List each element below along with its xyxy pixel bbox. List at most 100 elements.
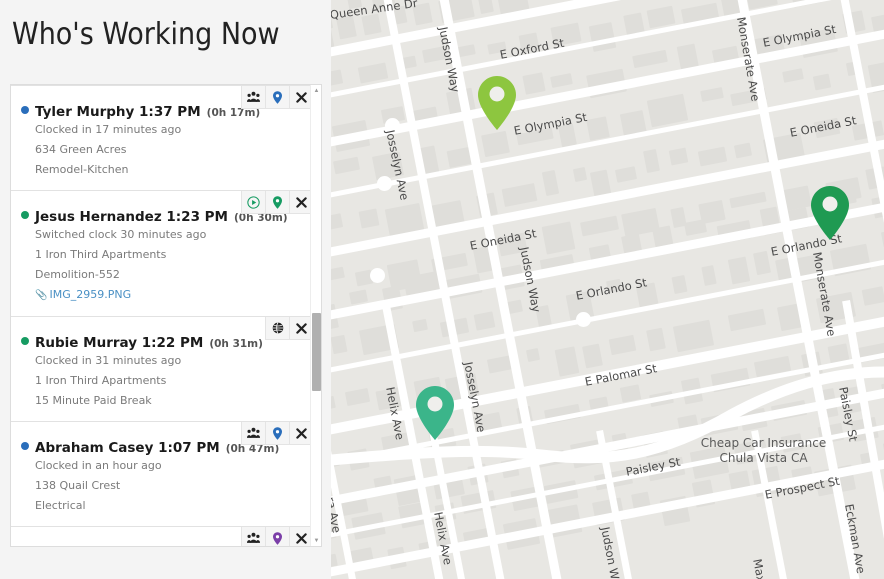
pin-green-dark[interactable]	[809, 184, 851, 247]
close-icon	[296, 427, 307, 439]
poi-line-1: Cheap Car Insurance	[700, 436, 827, 450]
list-item-name: Jesus Hernandez 1:23 PM	[35, 209, 228, 225]
map-building	[727, 256, 751, 285]
map-building	[332, 156, 361, 175]
map-building	[632, 49, 668, 69]
list-item-address: 1 Iron Third Apartments	[35, 374, 167, 387]
crew-button[interactable]	[241, 527, 265, 546]
map-building	[331, 395, 336, 415]
map-building	[586, 116, 610, 141]
play-circle-icon	[247, 195, 260, 209]
map-building	[349, 289, 368, 305]
list-item-header: Rubie Murray 1:22 PM (0h 31m)	[21, 325, 303, 351]
map-building	[672, 319, 715, 353]
app-root: Who's Working Now Remodel-KitchenTyler M…	[0, 0, 884, 579]
cul-de-sac	[576, 312, 591, 327]
map-building	[643, 148, 660, 174]
map-building	[522, 72, 546, 95]
scroll-down-arrow[interactable]: ▼	[311, 535, 321, 546]
map-building	[541, 169, 560, 197]
scroll-up-arrow[interactable]: ▲	[311, 85, 321, 96]
pin-green-light[interactable]	[476, 74, 518, 137]
list-item-project: Demolition-552	[35, 268, 120, 281]
map-pin-icon	[273, 426, 282, 440]
list-item[interactable]: Rubie Murray 1:22 PM (0h 31m) Clocked in 3…	[11, 317, 313, 422]
map-building	[729, 191, 767, 209]
list-item-duration: (0h 31m)	[209, 338, 263, 350]
row-actions	[241, 422, 313, 445]
map-building	[501, 183, 538, 207]
crew-icon	[247, 532, 260, 544]
row-actions	[241, 191, 313, 214]
map-building	[344, 387, 371, 407]
worker-list: Remodel-KitchenTyler Murphy 1:37 PM(0h 1…	[10, 84, 322, 547]
list-item-name: Anthony Silvas 1:07 PM	[35, 545, 215, 546]
map-pin-button[interactable]	[265, 527, 289, 546]
list-item-project: Remodel-Kitchen	[35, 163, 129, 176]
map-building	[412, 318, 428, 333]
map-building	[861, 286, 884, 306]
map-pin-icon	[273, 90, 282, 104]
crew-button[interactable]	[241, 422, 265, 445]
map-building	[582, 343, 603, 369]
row-actions	[241, 86, 313, 109]
list-item-project: 15 Minute Paid Break	[35, 394, 152, 407]
status-dot	[21, 337, 29, 345]
list-item[interactable]: Jesus Hernandez 1:23 PM (0h 30m) Switched …	[11, 191, 313, 317]
list-item-address: 138 Quail Crest	[35, 479, 121, 492]
status-dot	[21, 106, 29, 114]
map-building	[477, 0, 494, 15]
list-item-attachment[interactable]: 📎 IMG_2959.PNG	[21, 285, 303, 306]
map-building	[646, 5, 676, 29]
map-pin-button[interactable]	[265, 422, 289, 445]
map-building	[727, 308, 767, 332]
cul-de-sac	[377, 176, 392, 191]
list-item[interactable]: Tyler Murphy 1:37 PM (0h 17m) Clocked in 1…	[11, 86, 313, 191]
map-pin-button[interactable]	[265, 86, 289, 109]
map-building	[701, 265, 717, 286]
map-building	[782, 68, 804, 83]
crew-button[interactable]	[241, 86, 265, 109]
map-building	[473, 311, 496, 331]
who-is-working-panel: Who's Working Now Remodel-KitchenTyler M…	[0, 0, 331, 579]
map-building	[697, 146, 728, 167]
map-pin-icon	[273, 195, 282, 209]
page-title: Who's Working Now	[12, 17, 280, 52]
row-actions	[241, 527, 313, 546]
map-building	[683, 219, 708, 236]
paperclip-icon: 📎	[35, 290, 48, 301]
map-building	[700, 87, 724, 102]
map-building	[358, 208, 380, 229]
list-item-status: Clocked in an hour ago	[35, 459, 162, 472]
map-building	[331, 69, 344, 87]
map-building	[646, 327, 666, 352]
globe-icon	[272, 322, 284, 334]
play-circle-button[interactable]	[241, 191, 265, 214]
pin-teal[interactable]	[414, 384, 456, 447]
list-item[interactable]: Abraham Casey 1:07 PM (0h 47m) Clocked in …	[11, 422, 313, 527]
map-building	[572, 166, 588, 183]
list-item-project: Electrical	[35, 499, 86, 512]
globe-button[interactable]	[265, 317, 289, 340]
map-building	[550, 73, 573, 88]
list-scrollbar[interactable]: ▲ ▼	[310, 85, 321, 546]
map-building	[733, 142, 753, 159]
list-item-status: Clocked in 17 minutes ago	[35, 123, 182, 136]
map-building	[580, 215, 619, 237]
map-pin-button[interactable]	[265, 191, 289, 214]
poi-line-2: Chula Vista CA	[719, 451, 808, 465]
map-pin-icon	[273, 531, 282, 545]
close-icon	[296, 322, 307, 334]
map-poi-label: Cheap Car Insurance Chula Vista CA	[661, 436, 866, 466]
scrollbar-thumb[interactable]	[312, 313, 321, 391]
map-building	[671, 274, 688, 295]
list-item-name: Tyler Murphy 1:37 PM	[35, 104, 201, 120]
map-building	[554, 346, 580, 377]
crew-icon	[247, 427, 260, 439]
map-building	[753, 250, 771, 276]
map-canvas[interactable]: Queen Anne Dr Judson Way E Oxford St Monser…	[331, 0, 884, 579]
list-item[interactable]: Anthony Silvas 1:07 PM(0h 47m)	[11, 527, 313, 546]
map-building	[357, 62, 389, 84]
close-icon	[296, 91, 307, 103]
close-icon	[296, 532, 307, 544]
